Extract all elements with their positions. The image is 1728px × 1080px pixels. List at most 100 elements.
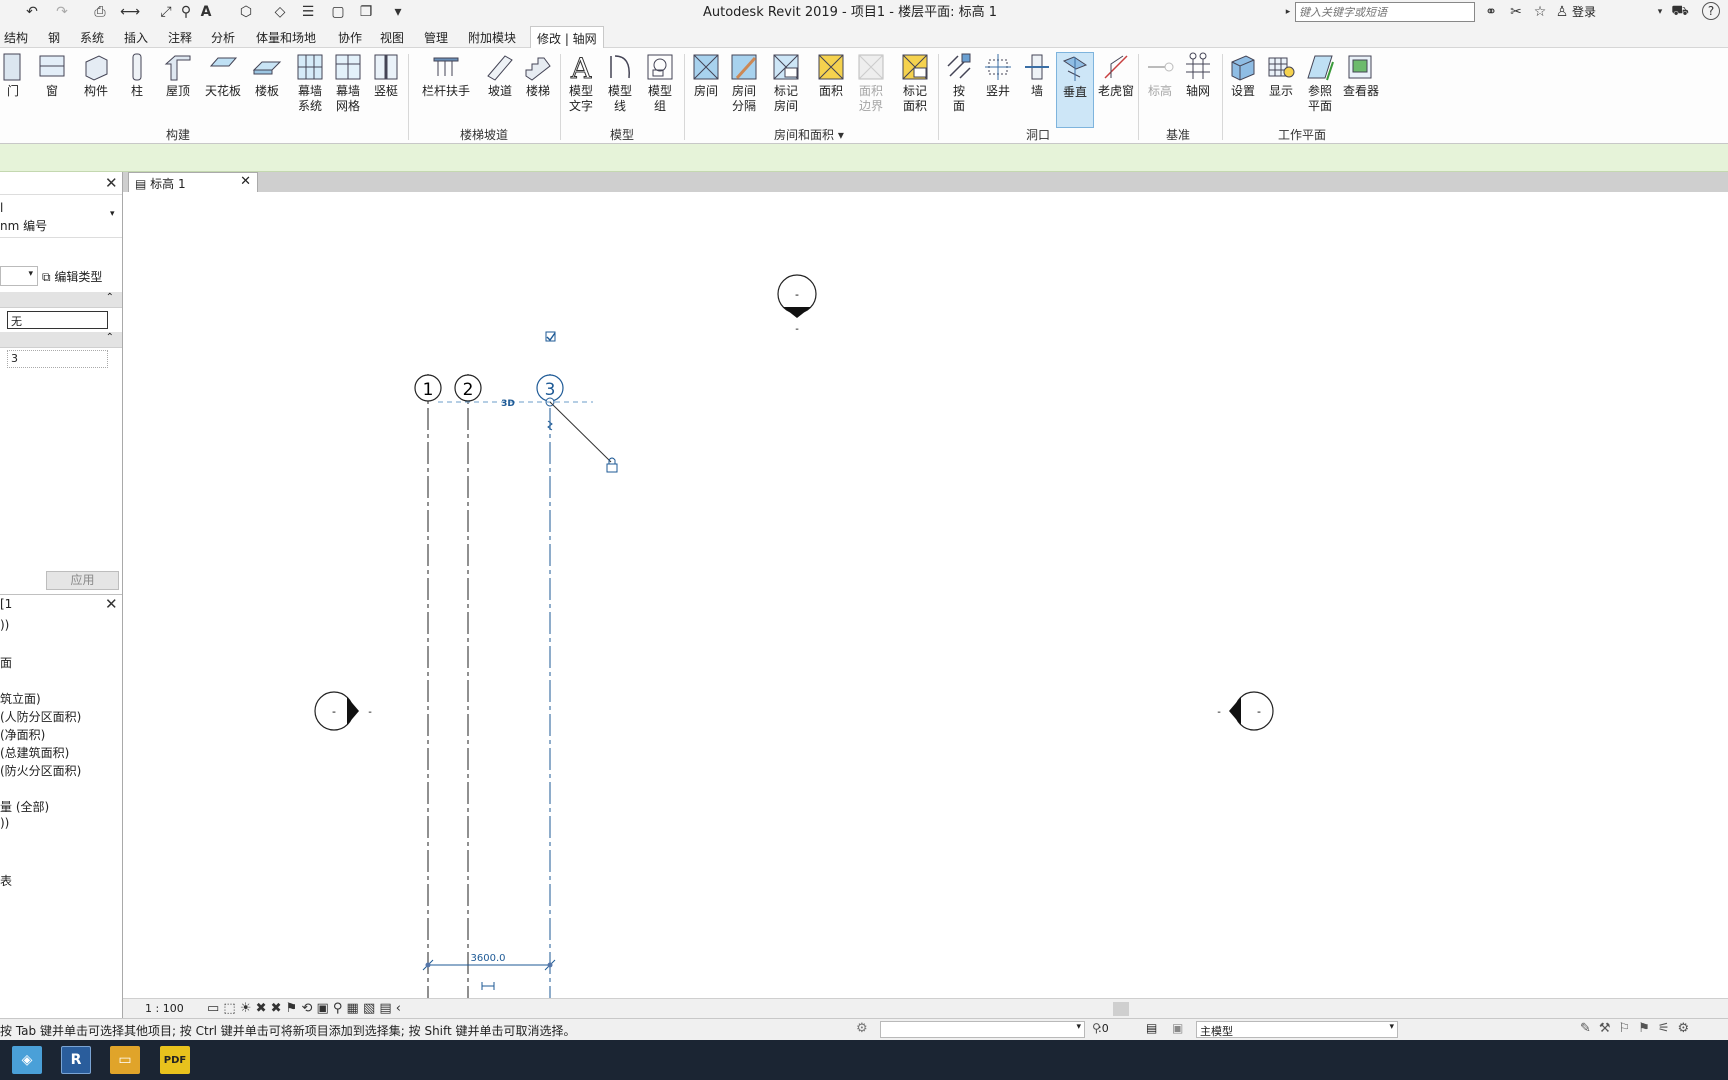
apply-button[interactable]: 应用: [46, 571, 119, 590]
grid-line-3-selected[interactable]: 3: [536, 374, 564, 998]
type-selector[interactable]: l nm 编号 ▾: [0, 194, 122, 238]
favorites-star-icon[interactable]: ☆: [1530, 2, 1550, 22]
curtain-system-button[interactable]: 幕墙 系统: [292, 52, 328, 114]
desktop-app-icon[interactable]: ◈: [12, 1046, 42, 1074]
railing-button[interactable]: 栏杆扶手: [418, 52, 474, 99]
shaft-button[interactable]: 竖井: [980, 52, 1016, 99]
close-view-tab-icon[interactable]: ✕: [240, 174, 251, 189]
tag-icon[interactable]: ⚲: [176, 2, 196, 22]
tab-massing-site[interactable]: 体量和场地: [256, 29, 316, 46]
tab-annotate[interactable]: 注释: [168, 29, 192, 46]
close-browser-icon[interactable]: ✕: [105, 595, 118, 613]
curtain-grid-button[interactable]: 幕墙 网格: [330, 52, 366, 114]
set-workplane-button[interactable]: 设置: [1226, 52, 1260, 99]
horizontal-scrollbar-thumb[interactable]: [1113, 1002, 1129, 1016]
tab-systems[interactable]: 系统: [80, 29, 104, 46]
tag-room-button[interactable]: 标记 房间: [766, 52, 806, 114]
model-text-button[interactable]: A 模型 文字: [564, 52, 598, 114]
browser-item[interactable]: 筑立面): [0, 690, 41, 707]
component-button[interactable]: 构件: [76, 52, 116, 99]
mullion-button[interactable]: 竖梃: [368, 52, 404, 99]
reference-plane-button[interactable]: 参照 平面: [1302, 52, 1338, 114]
print-icon[interactable]: ⎙: [90, 2, 110, 22]
lock-icon[interactable]: [606, 457, 618, 473]
panel-expand-icon[interactable]: ▾: [838, 128, 844, 142]
workset-select[interactable]: ▾: [880, 1021, 1085, 1038]
property-value-input[interactable]: 无: [7, 311, 108, 329]
door-button[interactable]: 门: [0, 52, 26, 99]
browser-item[interactable]: )): [0, 618, 9, 632]
measure-icon[interactable]: ⟷: [120, 2, 140, 22]
tab-view[interactable]: 视图: [380, 29, 404, 46]
view-control-icons[interactable]: ▭ ⬚ ☀ ✖ ✖ ⚑ ⟲ ▣ ⚲ ▦ ▧ ▤ ‹: [207, 1001, 401, 1016]
temporary-dimension[interactable]: 3600.0: [422, 953, 556, 990]
revit-app-icon[interactable]: R: [61, 1046, 91, 1074]
browser-item[interactable]: 表: [0, 872, 12, 889]
tab-structure[interactable]: 结构: [4, 29, 28, 46]
browser-item[interactable]: (总建筑面积): [0, 744, 69, 761]
properties-group-header[interactable]: ⌃: [0, 292, 122, 308]
type-selector-dropdown-icon[interactable]: ▾: [110, 209, 115, 219]
browser-item[interactable]: 量 (全部): [0, 798, 49, 815]
area-boundary-button[interactable]: 面积 边界: [852, 52, 890, 114]
help-icon[interactable]: ?: [1702, 2, 1720, 20]
move-witness-icon[interactable]: [481, 982, 495, 990]
floor-button[interactable]: 楼板: [250, 52, 284, 99]
model-line-button[interactable]: 模型 线: [603, 52, 637, 114]
pdf-app-icon[interactable]: PDF: [160, 1046, 190, 1074]
properties-group-header[interactable]: ⌃: [0, 332, 122, 348]
dimension-value[interactable]: 3600.0: [471, 953, 506, 964]
room-button[interactable]: 房间: [688, 52, 724, 99]
drawing-canvas[interactable]: - - - - - - 1 2 3 3D 3600.0: [123, 192, 1728, 998]
tab-manage[interactable]: 管理: [424, 29, 448, 46]
elevation-marker-west[interactable]: - -: [314, 691, 372, 731]
edit-type-button[interactable]: ⧉ 编辑类型: [42, 268, 102, 285]
align-dimension-icon[interactable]: ⤢: [156, 2, 176, 22]
tab-insert[interactable]: 插入: [124, 29, 148, 46]
design-option-select[interactable]: 主模型 ▾: [1196, 1021, 1398, 1038]
wall-opening-button[interactable]: 墙: [1020, 52, 1054, 99]
browser-item[interactable]: )): [0, 816, 9, 830]
editing-requests-icon[interactable]: ▤: [1146, 1021, 1157, 1035]
close-properties-icon[interactable]: ✕: [105, 174, 118, 192]
switch-windows-icon[interactable]: ❐: [356, 2, 376, 22]
tab-analyze[interactable]: 分析: [211, 29, 235, 46]
browser-item[interactable]: (净面积): [0, 726, 45, 743]
tab-steel[interactable]: 钢: [48, 29, 60, 46]
selection-settings-icons[interactable]: ✎⚒⚐⚑⚟⚙: [1580, 1021, 1697, 1036]
opening-by-face-button[interactable]: 按 面: [942, 52, 976, 114]
tab-addins[interactable]: 附加模块: [468, 29, 516, 46]
section-icon[interactable]: ◇: [270, 2, 290, 22]
view-scale[interactable]: 1 : 100: [145, 1002, 184, 1015]
grid-button[interactable]: 轴网: [1180, 52, 1216, 99]
undo-icon[interactable]: ↶: [22, 2, 42, 22]
tag-area-button[interactable]: 标记 面积: [894, 52, 936, 114]
design-options-icon[interactable]: ▣: [1172, 1021, 1183, 1035]
level-button[interactable]: 标高: [1142, 52, 1178, 99]
browser-item[interactable]: 面: [0, 654, 12, 671]
viewer-button[interactable]: 查看器: [1340, 52, 1382, 99]
cart-icon[interactable]: ⛟: [1670, 2, 1690, 22]
ceiling-button[interactable]: 天花板: [202, 52, 244, 99]
show-workplane-button[interactable]: 显示: [1264, 52, 1298, 99]
browser-item[interactable]: (人防分区面积): [0, 708, 81, 725]
3d-view-icon[interactable]: ⬡: [236, 2, 256, 22]
close-hidden-icon[interactable]: ▢: [328, 2, 348, 22]
login-link[interactable]: 登录: [1572, 3, 1596, 20]
subscription-icon[interactable]: ✂: [1506, 2, 1526, 22]
text-icon[interactable]: A: [196, 2, 216, 22]
dormer-button[interactable]: 老虎窗: [1096, 52, 1136, 99]
worksets-icon[interactable]: ⚙: [856, 1021, 868, 1036]
login-dropdown-icon[interactable]: ▾: [1650, 2, 1670, 22]
browser-item[interactable]: (防火分区面积): [0, 762, 81, 779]
tab-collaborate[interactable]: 协作: [338, 29, 362, 46]
view-tab-level1[interactable]: ▤ 标高 1 ✕: [128, 172, 258, 192]
tab-modify-grids[interactable]: 修改 | 轴网: [530, 26, 604, 48]
window-button[interactable]: 窗: [34, 52, 70, 99]
model-group-button[interactable]: 模型 组: [640, 52, 680, 114]
stair-button[interactable]: 楼梯: [520, 52, 556, 99]
hide-bubble-checkbox[interactable]: [545, 331, 556, 342]
column-button[interactable]: 柱: [122, 52, 152, 99]
elevation-marker-east[interactable]: - -: [1217, 691, 1274, 731]
file-explorer-icon[interactable]: ▭: [110, 1046, 140, 1074]
